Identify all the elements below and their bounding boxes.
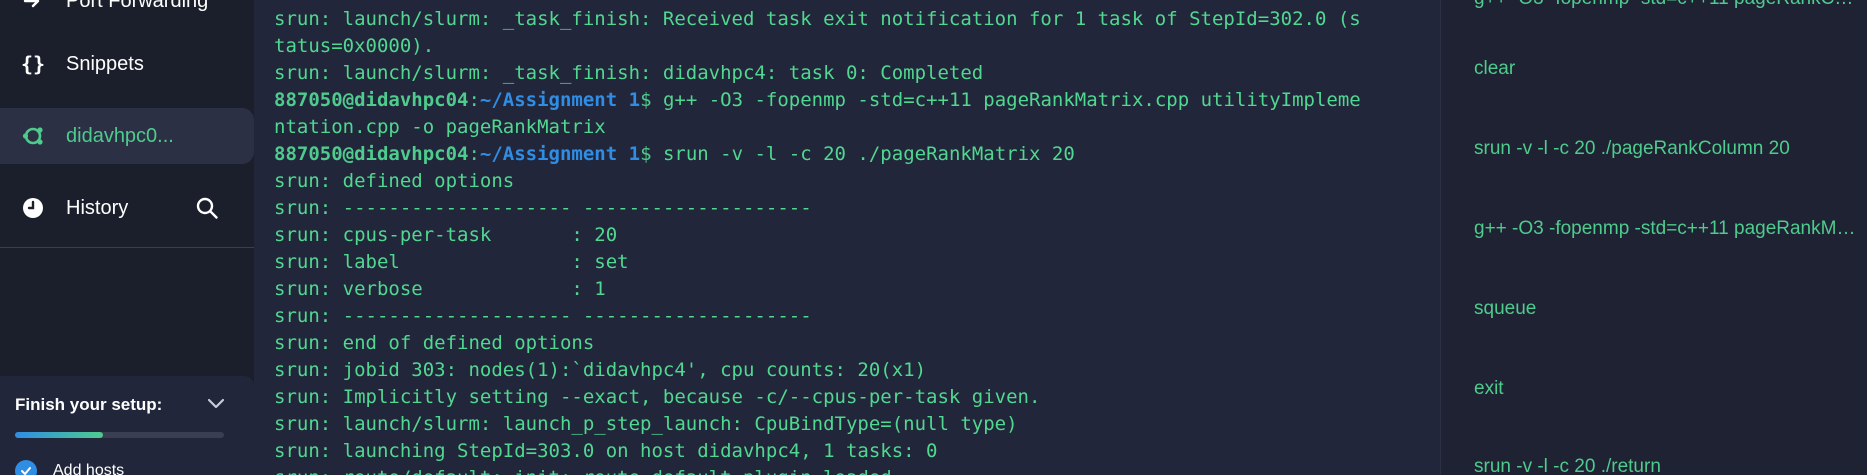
terminal-line: srun: Implicitly setting --exact, becaus… (274, 386, 1041, 408)
terminal-line: srun: cpus-per-task : 20 (274, 224, 618, 246)
terminal-prompt-line: 887050@didavhpc04:~/Assignment 1$ g++ -O… (274, 87, 1361, 114)
terminal-line: srun: launching StepId=303.0 on host did… (274, 440, 938, 462)
history-item[interactable]: srun -v -l -c 20 ./pageRankColumn 20 (1474, 138, 1790, 160)
history-item[interactable]: g++ -O3 -fopenmp -std=c++11 pageRankColu… (1474, 0, 1859, 10)
terminal-line: srun: launch/slurm: _task_finish: didavh… (274, 62, 984, 84)
terminal-line: srun: launch/slurm: launch_p_step_launch… (274, 413, 1018, 435)
sidebar-item-label: History (66, 196, 129, 219)
terminal-prompt-line: 887050@didavhpc04:~/Assignment 1$ srun -… (274, 141, 1361, 168)
terminal-line: srun: -------------------- -------------… (274, 197, 812, 219)
terminal-line: srun: end of defined options (274, 332, 595, 354)
sidebar-item-label: Port Forwarding (66, 0, 209, 12)
history-item[interactable]: exit (1474, 378, 1504, 400)
terminal-line: srun: route/default: init: route default… (274, 465, 1361, 475)
sidebar-item-port-forwarding[interactable]: Port Forwarding (0, 0, 254, 16)
sidebar-item-label: Snippets (66, 52, 144, 75)
arrow-right-icon (20, 0, 46, 14)
setup-card: Finish your setup: Add hosts (0, 376, 254, 475)
terminal-line: srun: defined options (274, 170, 515, 192)
curly-braces-icon: {} (20, 52, 46, 76)
terminal-line: srun: -------------------- -------------… (274, 305, 812, 327)
sidebar-item-label: didavhpc0... (66, 124, 174, 147)
sidebar-item-host[interactable]: didavhpc0... (0, 108, 254, 164)
sidebar-item-snippets[interactable]: {} Snippets (0, 44, 254, 84)
sidebar: Port Forwarding {} Snippets didavhpc0...… (0, 0, 254, 475)
history-item[interactable]: clear (1474, 58, 1515, 80)
terminal-line: srun: verbose : 1 (274, 278, 606, 300)
chevron-down-icon (207, 398, 225, 409)
prompt-symbol: $ (640, 143, 652, 165)
prompt-symbol: $ (640, 89, 652, 111)
terminal-output: 9: N: Founu.srun: launch/slurm: _task_fi… (274, 0, 1361, 475)
history-panel: g++ -O3 -fopenmp -std=c++11 pageRankColu… (1440, 0, 1867, 475)
prompt-separator: : (468, 89, 480, 111)
check-icon (15, 460, 37, 475)
setup-toggle-button[interactable] (206, 396, 226, 412)
terminal-line: tatus=0x0000). (274, 35, 435, 57)
terminal-line: ntation.cpp -o pageRankMatrix (274, 116, 606, 138)
terminal-line: srun: label : set (274, 251, 629, 273)
sidebar-divider (0, 247, 254, 248)
prompt-path: ~/Assignment 1 (479, 143, 641, 165)
setup-progress-bar (15, 432, 224, 438)
history-search-button[interactable] (192, 193, 222, 223)
prompt-command: g++ -O3 -fopenmp -std=c++11 pageRankMatr… (651, 89, 1361, 111)
terminal-line: srun: jobid 303: nodes(1):`didavhpc4', c… (274, 359, 927, 381)
history-item[interactable]: srun -v -l -c 20 ./return (1474, 456, 1661, 475)
search-icon (196, 197, 218, 219)
terminal-line: srun: launch/slurm: _task_finish: Receiv… (274, 8, 1361, 30)
setup-step-label: Add hosts (53, 462, 125, 475)
setup-title: Finish your setup: (15, 395, 163, 414)
prompt-user: 887050@didavhpc04 (274, 143, 469, 165)
prompt-separator: : (468, 143, 480, 165)
history-item[interactable]: squeue (1474, 298, 1536, 320)
history-item[interactable]: g++ -O3 -fopenmp -std=c++11 pageRankMatr… (1474, 218, 1859, 240)
linux-distro-icon (20, 123, 46, 149)
prompt-path: ~/Assignment 1 (479, 89, 641, 111)
prompt-command: srun -v -l -c 20 ./pageRankMatrix 20 (651, 143, 1075, 165)
setup-step-add-hosts[interactable]: Add hosts (15, 460, 124, 475)
clock-icon (20, 195, 46, 221)
terminal[interactable]: 9: N: Founu.srun: launch/slurm: _task_fi… (254, 0, 1440, 475)
setup-progress-fill (15, 432, 103, 438)
prompt-user: 887050@didavhpc04 (274, 89, 469, 111)
